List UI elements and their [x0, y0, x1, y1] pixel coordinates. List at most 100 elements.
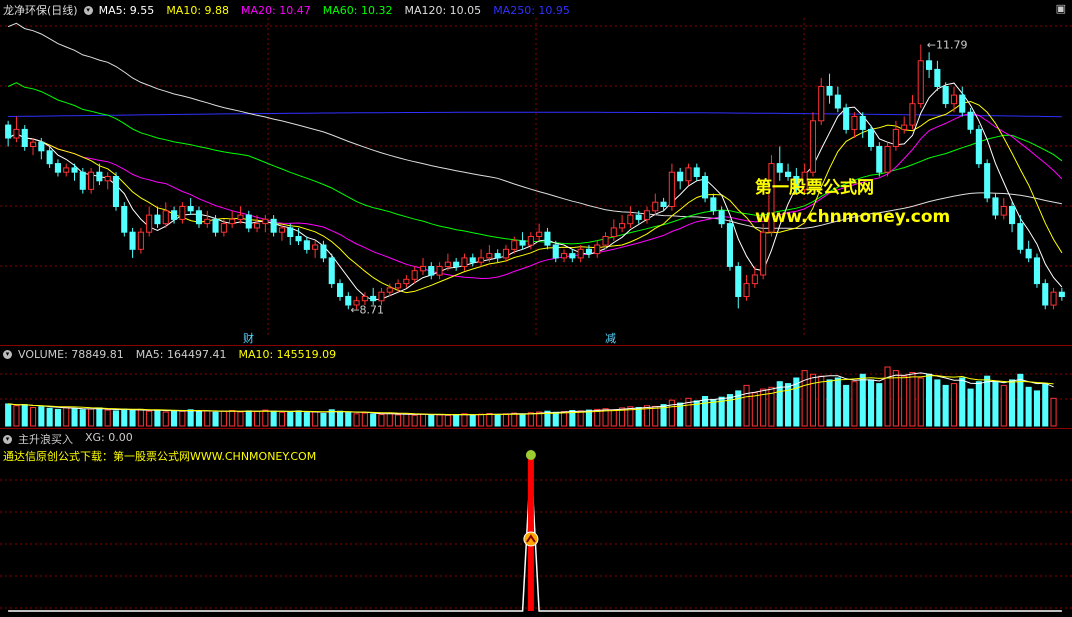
- volume-bar: [793, 377, 800, 427]
- volume-bar: [1009, 379, 1016, 427]
- volume-bar: [469, 414, 476, 427]
- volume-bar: [577, 410, 584, 427]
- candle-body: [868, 128, 875, 147]
- candle-body: [245, 214, 252, 229]
- candle-body: [229, 218, 236, 225]
- volume-bar: [30, 407, 37, 427]
- volume-panel[interactable]: ▾ VOLUME: 78849.81 MA5: 164497.41 MA10: 14…: [0, 346, 1072, 428]
- candle-body: [677, 171, 684, 182]
- volume-bar: [361, 412, 368, 427]
- candle-body: [419, 266, 426, 272]
- volume-bar: [229, 410, 236, 427]
- volume-bar: [295, 410, 302, 427]
- volume-label-0: VOLUME: 78849.81: [18, 348, 124, 361]
- volume-bar: [171, 410, 178, 427]
- candle-body: [594, 244, 601, 255]
- reduce-marker[interactable]: 减: [605, 330, 616, 346]
- finance-marker[interactable]: 财: [243, 330, 254, 346]
- candle-body: [270, 218, 277, 233]
- volume-bar: [519, 413, 526, 427]
- collapse-icon[interactable]: ▾: [83, 5, 93, 15]
- stock-title: 龙净环保(日线): [3, 4, 78, 17]
- watermark-title: 第一股票公式网: [755, 178, 874, 198]
- panel-close-icon[interactable]: ▣: [1056, 2, 1066, 15]
- candle-body: [63, 167, 70, 173]
- volume-bar: [220, 410, 227, 427]
- ma-label-4: MA120: 10.05: [404, 3, 482, 17]
- candle-body: [892, 128, 899, 147]
- indicator-panel[interactable]: ▾ 主升浪买入 XG: 0.00 通达信原创公式下载：第一股票公式网WWW.CHN…: [0, 429, 1072, 617]
- volume-bar: [436, 414, 443, 427]
- candle-body: [544, 231, 551, 246]
- high-label: ←11.79: [927, 39, 968, 52]
- collapse-icon[interactable]: ▾: [3, 434, 12, 444]
- volume-bar: [104, 409, 111, 427]
- candle-body: [685, 167, 692, 182]
- candle-body: [926, 60, 933, 70]
- candle-body: [96, 171, 103, 182]
- candle-body: [536, 231, 543, 237]
- volume-bar: [137, 408, 144, 427]
- volume-bar: [710, 398, 717, 427]
- kline-header: 龙净环保(日线) ▾ MA5: 9.55 MA10: 9.88 MA20: 10.4…: [3, 2, 582, 18]
- ma-label-0: MA5: 9.55: [98, 3, 155, 17]
- volume-bar: [96, 407, 103, 427]
- candle-body: [610, 227, 617, 237]
- candle-body: [743, 283, 750, 298]
- candle-body: [519, 240, 526, 246]
- download-note: 通达信原创公式下载：第一股票公式网WWW.CHNMONEY.COM: [3, 450, 317, 463]
- volume-bar: [1042, 383, 1049, 427]
- collapse-icon[interactable]: ▾: [3, 350, 12, 359]
- candle-body: [834, 94, 841, 109]
- candle-body: [1000, 206, 1007, 216]
- kline-chart[interactable]: ←11.79 ←8.71: [0, 0, 1072, 345]
- kline-panel[interactable]: ←11.79 ←8.71 龙净环保(日线) ▾ MA5: 9.55 MA10: 9.…: [0, 0, 1072, 345]
- volume-bar: [776, 381, 783, 427]
- candle-body: [30, 141, 37, 147]
- candle-body: [668, 171, 675, 207]
- volume-bar: [851, 381, 858, 427]
- candle-body: [718, 210, 725, 225]
- volume-bar: [843, 384, 850, 427]
- volume-bar: [585, 409, 593, 427]
- candle-body: [1050, 291, 1057, 306]
- buy-marker-icon: [523, 531, 539, 547]
- candle-body: [137, 231, 144, 250]
- ma-label-2: MA20: 10.47: [241, 3, 311, 17]
- candle-body: [112, 176, 120, 207]
- candle-body: [262, 218, 269, 225]
- candle-body: [378, 291, 385, 302]
- candle-body: [195, 210, 202, 225]
- ma250-line: [8, 111, 1062, 118]
- candle-body: [602, 236, 609, 246]
- candle-body: [511, 240, 518, 250]
- candle-body: [179, 206, 186, 220]
- volume-bar: [386, 413, 393, 427]
- candle-body: [901, 124, 908, 130]
- volume-bar: [1033, 390, 1041, 427]
- ma-label-3: MA60: 10.32: [322, 3, 393, 17]
- indicator-label-0: 主升浪买入: [18, 433, 73, 446]
- candle-body: [1033, 257, 1041, 285]
- volume-bar: [38, 406, 45, 427]
- volume-bar: [859, 373, 866, 427]
- candle-body: [212, 218, 219, 233]
- volume-bar: [909, 372, 916, 427]
- candle-body: [917, 60, 924, 105]
- candle-body: [370, 295, 377, 302]
- volume-bar: [635, 407, 642, 427]
- indicator-label-1: XG: 0.00: [85, 431, 133, 444]
- candle-body: [975, 128, 982, 165]
- candle-body: [411, 270, 418, 280]
- volume-bar: [934, 379, 941, 427]
- volume-bar: [345, 412, 352, 427]
- volume-bar: [411, 414, 418, 427]
- volume-bar: [511, 412, 518, 427]
- volume-bar: [984, 375, 991, 427]
- volume-bar: [917, 377, 924, 427]
- volume-bar: [287, 411, 294, 427]
- ma5-line: [7, 82, 1063, 301]
- candle-body: [13, 128, 20, 139]
- candle-body: [818, 86, 825, 122]
- candle-body: [162, 210, 169, 225]
